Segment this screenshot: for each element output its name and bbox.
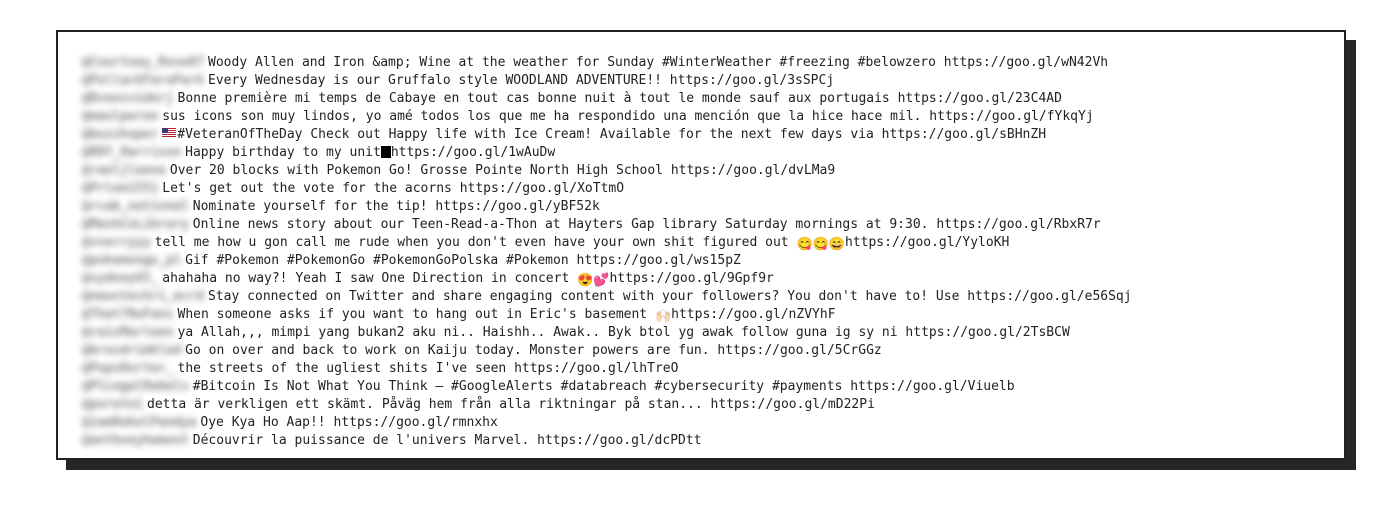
tweet-handle: @poretni: [82, 396, 147, 414]
tweet-row: @MashCoLibraryOnline news story about ou…: [82, 216, 1320, 234]
tweet-handle: @PopsDurter_: [82, 360, 178, 378]
tweet-handle: @Prlee1551: [82, 180, 162, 198]
tweet-row: @vverryyytell me how u gon call me rude …: [82, 234, 1320, 252]
tweet-row: @That7NoFansWhen someone asks if you wan…: [82, 306, 1320, 324]
tweet-handle: @newstechri_mcrd: [82, 288, 208, 306]
tweet-text-post: https://goo.gl/YyloKH: [845, 235, 1009, 250]
tweet-text: Go on over and back to work on Kaiju tod…: [185, 343, 882, 358]
us-flag-icon: [162, 128, 176, 138]
tweet-row: @PullackFareParkEvery Wednesday is our G…: [82, 72, 1320, 90]
tweet-text: #VeteranOfTheDay Check out Happy life wi…: [177, 127, 1046, 142]
tweet-handle: @That7NoFans: [82, 306, 178, 324]
tweet-text: ya Allah,,, mimpi yang bukan2 aku ni.. H…: [178, 325, 1070, 340]
tweet-row: @newstechri_mcrdStay connected on Twitte…: [82, 288, 1320, 306]
tweet-row: @iamRahulPandyaOye Kya Ho Aap!! https://…: [82, 414, 1320, 432]
tweet-text-post: https://goo.gl/nZVYhF: [671, 307, 835, 322]
tweet-row: @anthonyhemontDécouvrir la puissance de …: [82, 432, 1320, 450]
tweet-handle: @pokemongo_pl: [82, 252, 185, 270]
tweet-text: the streets of the ugliest shits I've se…: [178, 361, 679, 376]
tweet-row: @raisMarleenya Allah,,, mimpi yang bukan…: [82, 324, 1320, 342]
tweet-row: @rcab_nationalNominate yourself for the …: [82, 198, 1320, 216]
tweet-text: Let's get out the vote for the acorns ht…: [162, 181, 624, 196]
tweet-text: Every Wednesday is our Gruffalo style WO…: [208, 73, 834, 88]
tweet-handle: @raisMarleen: [82, 324, 178, 342]
tweet-text: Online news story about our Teen-Read-a-…: [193, 217, 1101, 232]
tweet-row: @buzzhoper #VeteranOfTheDay Check out Hap…: [82, 126, 1320, 144]
tweet-text: Découvrir la puissance de l'univers Marv…: [193, 433, 702, 448]
tweet-text-post: https://goo.gl/1wAuDw: [391, 145, 555, 160]
tweet-text: tell me how u gon call me rude when you …: [155, 235, 797, 250]
tweet-text: Gif #Pokemon #PokemonGo #PokemonGoPolska…: [185, 253, 741, 268]
tweet-log-content: @Courtney_Rose87Woody Allen and Iron &am…: [58, 32, 1344, 462]
tweet-handle: @maulperen: [82, 108, 162, 126]
emoji-icon: 😋😋😄: [796, 236, 845, 254]
tweet-handle: @RDY_Harrison: [82, 144, 185, 162]
tweet-text: Over 20 blocks with Pokemon Go! Grosse P…: [170, 163, 835, 178]
tweet-text: sus icons son muy lindos, yo amé todos l…: [162, 109, 1093, 124]
tweet-row: @sydney65_ahahaha no way?! Yeah I saw On…: [82, 270, 1320, 288]
tweet-row: @DvensviderjBonne première mi temps de C…: [82, 90, 1320, 108]
tweet-handle: @vverryyy: [82, 234, 155, 252]
tweet-row: @PlLegalRebels#Bitcoin Is Not What You T…: [82, 378, 1320, 396]
tweet-row: @Prlee1551Let's get out the vote for the…: [82, 180, 1320, 198]
tweet-handle: @Courtney_Rose87: [82, 54, 208, 72]
tweet-row: @PopsDurter_the streets of the ugliest s…: [82, 360, 1320, 378]
tweet-row: @poretnidetta är verkligen ett skämt. På…: [82, 396, 1320, 414]
tweet-handle: @rcab_national: [82, 198, 193, 216]
tweet-row: @maulperensus icons son muy lindos, yo a…: [82, 108, 1320, 126]
tweet-text: Bonne première mi temps de Cabaye en tou…: [178, 91, 1062, 106]
tweet-handle: @Dvensviderj: [82, 90, 178, 108]
tweet-handle: @brusdrimkled: [82, 342, 185, 360]
tweet-handle: @PullackFarePark: [82, 72, 208, 90]
tweet-handle: @sydney65_: [82, 270, 162, 288]
tweet-log-panel: @Courtney_Rose87Woody Allen and Iron &am…: [56, 30, 1346, 460]
tweet-text: Woody Allen and Iron &amp; Wine at the w…: [208, 55, 1108, 70]
tweet-text: detta är verkligen ett skämt. Påväg hem …: [147, 397, 875, 412]
tweet-row: @Courtney_Rose87Woody Allen and Iron &am…: [82, 54, 1320, 72]
tweet-text: When someone asks if you want to hang ou…: [178, 307, 655, 322]
tweet-handle: @raeljleene: [82, 162, 170, 180]
tweet-row: @raeljleeneOver 20 blocks with Pokemon G…: [82, 162, 1320, 180]
tweet-text: ahahaha no way?! Yeah I saw One Directio…: [162, 271, 577, 286]
tweet-row: @brusdrimkledGo on over and back to work…: [82, 342, 1320, 360]
tweet-handle: @anthonyhemont: [82, 432, 193, 450]
tweet-handle: @iamRahulPandya: [82, 414, 200, 432]
tweet-handle: @buzzhoper: [82, 126, 162, 144]
unknown-glyph-icon: [381, 146, 391, 158]
tweet-text-post: https://goo.gl/9Gpf9r: [609, 271, 773, 286]
tweet-row: @pokemongo_plGif #Pokemon #PokemonGo #Po…: [82, 252, 1320, 270]
tweet-handle: @PlLegalRebels: [82, 378, 193, 396]
tweet-text: Stay connected on Twitter and share enga…: [208, 289, 1132, 304]
tweet-text: Nominate yourself for the tip! https://g…: [193, 199, 600, 214]
tweet-text: #Bitcoin Is Not What You Think – #Google…: [193, 379, 1015, 394]
tweet-text: Oye Kya Ho Aap!! https://goo.gl/rmnxhx: [200, 415, 497, 430]
tweet-row: @RDY_HarrisonHappy birthday to my unit ht…: [82, 144, 1320, 162]
tweet-handle: @MashCoLibrary: [82, 216, 193, 234]
tweet-text: Happy birthday to my unit: [185, 145, 381, 160]
